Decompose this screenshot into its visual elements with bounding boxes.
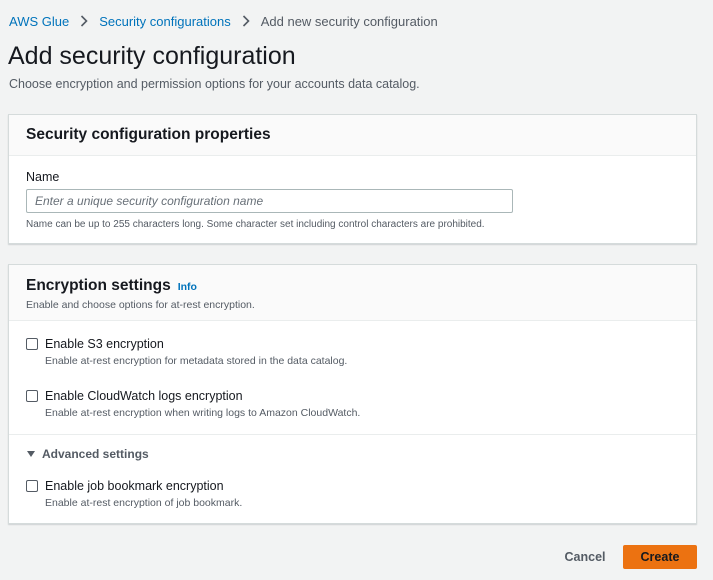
job-bookmark-encryption-checkbox[interactable] [26, 480, 38, 492]
page-description: Choose encryption and permission options… [9, 77, 420, 91]
page-title: Add security configuration [8, 42, 296, 70]
breadcrumb-current: Add new security configuration [260, 13, 438, 29]
caret-down-icon [26, 449, 36, 459]
panel-header: Security configuration properties [9, 115, 696, 156]
panel-header: Encryption settings Info Enable and choo… [9, 265, 696, 321]
s3-encryption-label[interactable]: Enable S3 encryption [45, 337, 164, 351]
job-bookmark-encryption-option: Enable job bookmark encryption Enable at… [26, 479, 242, 509]
chevron-right-icon [235, 13, 257, 29]
encryption-settings-panel: Encryption settings Info Enable and choo… [8, 264, 697, 524]
info-link[interactable]: Info [178, 281, 197, 293]
breadcrumb-aws-glue[interactable]: AWS Glue [9, 14, 69, 29]
breadcrumb-security-configurations[interactable]: Security configurations [99, 14, 231, 29]
cancel-button[interactable]: Cancel [560, 545, 610, 569]
name-input[interactable] [26, 189, 513, 213]
job-bookmark-encryption-description: Enable at-rest encryption of job bookmar… [45, 497, 243, 509]
s3-encryption-checkbox[interactable] [26, 338, 38, 350]
name-hint: Name can be up to 255 characters long. S… [26, 219, 485, 230]
chevron-right-icon [73, 13, 95, 29]
panel-title: Security configuration properties [26, 126, 271, 143]
cloudwatch-encryption-option: Enable CloudWatch logs encryption Enable… [26, 389, 360, 419]
breadcrumb: AWS Glue Security configurations Add new… [9, 13, 438, 29]
panel-title: Encryption settings [26, 277, 171, 294]
panel-description: Enable and choose options for at-rest en… [26, 299, 255, 311]
security-configuration-properties-panel: Security configuration properties Name N… [8, 114, 697, 244]
s3-encryption-option: Enable S3 encryption Enable at-rest encr… [26, 337, 347, 367]
cloudwatch-encryption-label[interactable]: Enable CloudWatch logs encryption [45, 389, 243, 403]
cloudwatch-encryption-checkbox[interactable] [26, 390, 38, 402]
name-label: Name [26, 170, 60, 184]
advanced-settings-toggle[interactable]: Advanced settings [26, 447, 149, 461]
create-button[interactable]: Create [623, 545, 697, 569]
divider [9, 434, 696, 435]
s3-encryption-description: Enable at-rest encryption for metadata s… [45, 355, 348, 367]
job-bookmark-encryption-label[interactable]: Enable job bookmark encryption [45, 479, 224, 493]
advanced-settings-label: Advanced settings [42, 447, 149, 461]
cloudwatch-encryption-description: Enable at-rest encryption when writing l… [45, 407, 361, 419]
